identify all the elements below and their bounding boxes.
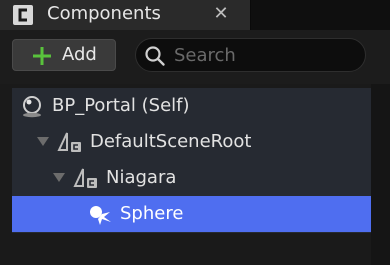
blueprint-component-icon [13,5,33,25]
panel-edge [371,84,390,265]
components-panel: Components ✕ Add BP [0,0,390,265]
tree-item-bp-portal[interactable]: BP_Portal (Self) [12,88,371,124]
tab-bar: Components ✕ [0,0,390,30]
add-component-button[interactable]: Add [12,39,116,71]
chevron-down-icon[interactable] [37,137,49,147]
tree-item-label: Niagara [106,167,177,188]
tree-item-label: BP_Portal (Self) [52,95,190,116]
close-icon[interactable]: ✕ [210,3,232,25]
tab-title: Components [47,3,161,24]
search-input[interactable] [174,43,354,67]
toolbar: Add [0,30,390,84]
tree-item-label: DefaultSceneRoot [90,131,252,152]
point-light-icon [90,206,111,225]
tree-item-defaultsceneroot[interactable]: DefaultSceneRoot [12,124,371,160]
actor-sphere-icon [23,96,41,118]
plus-icon [33,47,51,65]
scene-component-icon [57,132,81,152]
component-tree: BP_Portal (Self) DefaultSceneRoot Niagar… [12,88,371,233]
search-icon [145,46,165,66]
tab-components[interactable]: Components ✕ [0,0,251,30]
search-box[interactable] [135,38,366,72]
tree-item-niagara[interactable]: Niagara [12,160,371,196]
scene-component-icon [73,168,97,188]
add-button-label: Add [62,44,97,65]
chevron-down-icon[interactable] [53,173,65,183]
tree-item-label: Sphere [120,203,184,224]
tree-item-sphere[interactable]: Sphere [12,196,371,232]
